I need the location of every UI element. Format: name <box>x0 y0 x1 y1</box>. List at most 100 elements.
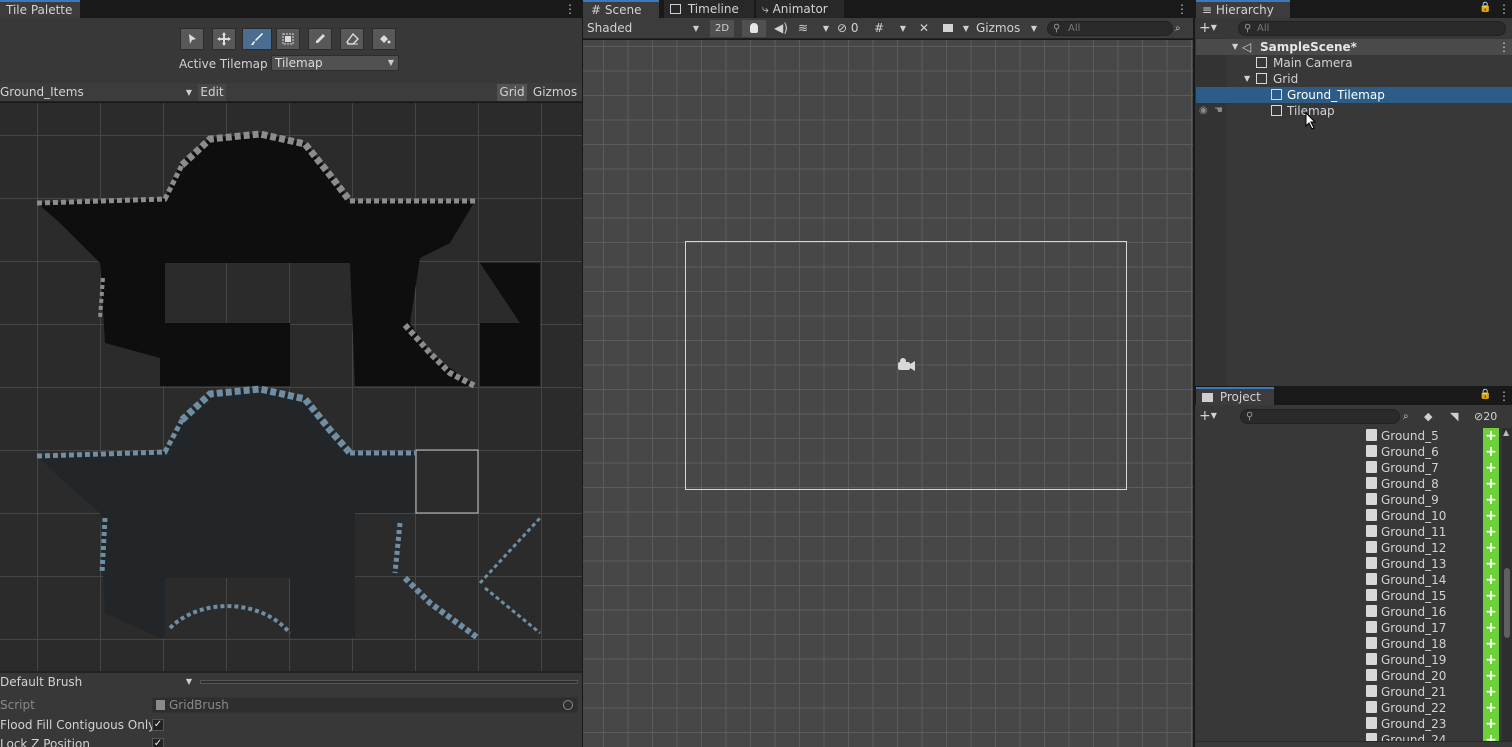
scene-search-options-button[interactable]: ⌕ <box>1175 21 1189 36</box>
select-tool-button[interactable] <box>180 28 204 50</box>
tab-project[interactable]: Project <box>1196 387 1274 405</box>
hierarchy-item-main-camera[interactable]: Main Camera <box>1196 55 1512 71</box>
tile-palette-canvas[interactable] <box>0 103 582 671</box>
palette-gizmos-toggle[interactable]: Gizmos <box>530 84 580 101</box>
project-search-options-button[interactable]: ⌕ <box>1403 409 1417 424</box>
hierarchy-search-input[interactable]: ⚲ All <box>1238 21 1506 36</box>
add-to-palette-plus-icon[interactable]: + <box>1483 572 1499 588</box>
add-to-palette-plus-icon[interactable]: + <box>1483 700 1499 716</box>
grid-snap-dropdown[interactable]: # ▼ <box>872 20 910 37</box>
visibility-eye-icon[interactable]: ◉ <box>1199 103 1208 119</box>
add-to-palette-plus-icon[interactable]: + <box>1483 508 1499 524</box>
flood-fill-checkbox[interactable]: ✓ <box>152 719 164 731</box>
project-search-input[interactable]: ⚲ <box>1240 409 1400 424</box>
project-lock-icon[interactable]: 🔒 <box>1479 389 1491 400</box>
project-menu-icon[interactable]: ⋮ <box>1498 389 1510 403</box>
project-file-item[interactable]: Ground_21 <box>1366 684 1446 700</box>
palette-grid-toggle[interactable]: Grid <box>497 84 527 101</box>
hierarchy-item-grid[interactable]: ▼ Grid <box>1196 71 1512 87</box>
project-file-item[interactable]: Ground_15 <box>1366 588 1446 604</box>
camera-gizmo-icon[interactable] <box>895 357 917 373</box>
camera-dropdown[interactable]: ▼ <box>940 20 970 37</box>
add-to-palette-plus-icon[interactable]: + <box>1483 460 1499 476</box>
toggle-2d-button[interactable]: 2D <box>710 20 734 37</box>
project-file-item[interactable]: Ground_19 <box>1366 652 1446 668</box>
scene-menu-icon[interactable]: ⋮ <box>1498 39 1510 55</box>
add-to-palette-plus-icon[interactable]: + <box>1483 444 1499 460</box>
add-to-palette-plus-icon[interactable]: + <box>1483 428 1499 444</box>
add-to-palette-plus-icon[interactable]: + <box>1483 556 1499 572</box>
paint-brush-button[interactable] <box>242 28 272 50</box>
lighting-toggle[interactable] <box>742 20 766 37</box>
hierarchy-add-button[interactable]: +▼ <box>1199 20 1227 36</box>
lock-z-checkbox[interactable]: ✓ <box>152 738 164 747</box>
hierarchy-item-ground-tilemap[interactable]: Ground_Tilemap <box>1196 87 1512 103</box>
add-to-palette-plus-icon[interactable]: + <box>1483 524 1499 540</box>
active-tilemap-dropdown[interactable]: Tilemap ▼ <box>271 55 399 71</box>
project-file-item[interactable]: Ground_16 <box>1366 604 1446 620</box>
project-file-item[interactable]: Ground_7 <box>1366 460 1439 476</box>
tab-timeline[interactable]: Timeline <box>664 0 754 18</box>
project-file-item[interactable]: Ground_18 <box>1366 636 1446 652</box>
effects-dropdown[interactable]: ≋ ▼ <box>795 20 833 37</box>
hierarchy-menu-icon[interactable]: ⋮ <box>1498 2 1510 16</box>
tab-hierarchy[interactable]: ≡ Hierarchy <box>1196 0 1290 18</box>
move-tool-button[interactable] <box>212 28 236 50</box>
hidden-objects-toggle[interactable]: ⊘ 0 <box>837 20 869 37</box>
scrollbar-thumb[interactable] <box>1504 568 1510 638</box>
scene-viewport[interactable] <box>583 40 1193 747</box>
add-to-palette-plus-icon[interactable]: + <box>1483 716 1499 732</box>
project-file-item[interactable]: Ground_23 <box>1366 716 1446 732</box>
project-file-item[interactable]: Ground_9 <box>1366 492 1439 508</box>
project-file-item[interactable]: Ground_12 <box>1366 540 1446 556</box>
project-file-item[interactable]: Ground_5 <box>1366 428 1439 444</box>
project-file-item[interactable]: Ground_13 <box>1366 556 1446 572</box>
add-to-palette-plus-icon[interactable]: + <box>1483 492 1499 508</box>
filter-by-label-button[interactable]: ◥ <box>1450 409 1466 424</box>
palette-edit-button[interactable]: Edit <box>198 84 226 101</box>
fill-bucket-button[interactable] <box>372 28 396 50</box>
tab-animator[interactable]: ⤷ Animator <box>756 0 844 18</box>
project-file-item[interactable]: Ground_11 <box>1366 524 1446 540</box>
project-file-item[interactable]: Ground_17 <box>1366 620 1446 636</box>
hierarchy-item-tilemap[interactable]: ◉ ☚ Tilemap <box>1196 103 1512 119</box>
project-file-item[interactable]: Ground_22 <box>1366 700 1446 716</box>
scene-search-input[interactable]: ⚲ All <box>1047 21 1173 36</box>
tab-scene[interactable]: # Scene <box>583 0 659 18</box>
project-file-item[interactable]: Ground_10 <box>1366 508 1446 524</box>
add-to-palette-plus-icon[interactable]: + <box>1483 668 1499 684</box>
add-to-palette-plus-icon[interactable]: + <box>1483 588 1499 604</box>
brush-dropdown[interactable]: Default Brush ▼ <box>0 674 196 690</box>
gizmos-dropdown[interactable]: Gizmos ▼ <box>973 20 1041 37</box>
add-to-palette-plus-icon[interactable]: + <box>1483 476 1499 492</box>
tile-palette-menu-icon[interactable]: ⋮ <box>564 2 576 16</box>
scroll-up-arrow-icon[interactable]: ▲ <box>1503 428 1509 437</box>
project-scrollbar[interactable]: ▲ <box>1502 428 1512 747</box>
pickable-hand-icon[interactable]: ☚ <box>1214 103 1223 119</box>
add-to-palette-plus-icon[interactable]: + <box>1483 652 1499 668</box>
project-file-item[interactable]: Ground_20 <box>1366 668 1446 684</box>
project-hidden-toggle[interactable]: ⊘20 <box>1474 409 1510 424</box>
picker-button[interactable] <box>308 28 332 50</box>
add-to-palette-plus-icon[interactable]: + <box>1483 604 1499 620</box>
project-add-button[interactable]: +▼ <box>1199 408 1227 424</box>
eraser-button[interactable] <box>340 28 364 50</box>
palette-dropdown[interactable]: Ground_Items ▼ <box>0 84 196 101</box>
project-file-item[interactable]: Ground_14 <box>1366 572 1446 588</box>
scene-menu-icon[interactable]: ⋮ <box>1176 2 1188 16</box>
brush-splitter[interactable] <box>200 680 578 684</box>
filter-by-type-button[interactable]: ◆ <box>1424 409 1440 424</box>
project-file-item[interactable]: Ground_6 <box>1366 444 1439 460</box>
box-fill-button[interactable] <box>276 28 300 50</box>
add-to-palette-plus-icon[interactable]: + <box>1483 636 1499 652</box>
add-to-palette-plus-icon[interactable]: + <box>1483 620 1499 636</box>
shading-dropdown[interactable]: Shaded ▼ <box>587 20 703 37</box>
add-to-palette-plus-icon[interactable]: + <box>1483 540 1499 556</box>
hierarchy-lock-icon[interactable]: 🔒 <box>1479 2 1491 13</box>
scene-root-row[interactable]: ▼ ◁ SampleScene* ⋮ <box>1196 39 1512 55</box>
tab-tile-palette[interactable]: Tile Palette <box>0 0 80 18</box>
project-file-item[interactable]: Ground_8 <box>1366 476 1439 492</box>
audio-toggle[interactable]: ◀) <box>770 20 792 37</box>
tools-toggle[interactable]: ✕ <box>914 20 934 37</box>
add-to-palette-plus-icon[interactable]: + <box>1483 684 1499 700</box>
